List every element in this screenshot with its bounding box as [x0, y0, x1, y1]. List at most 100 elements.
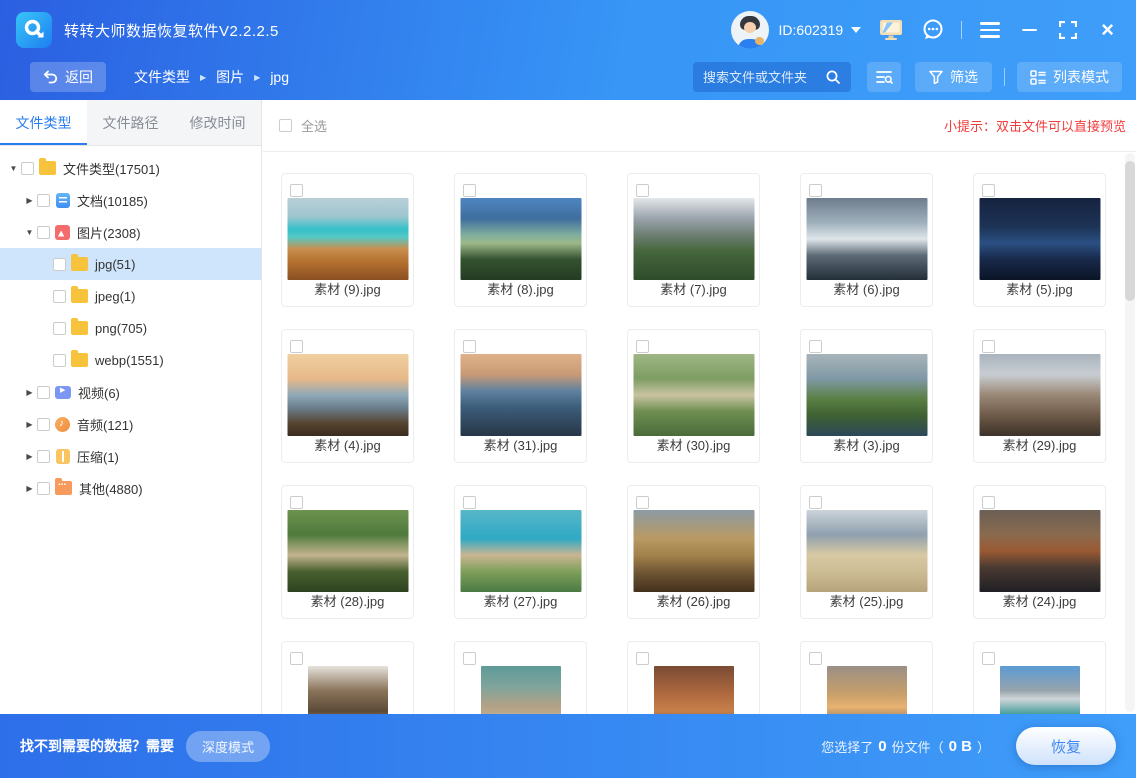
file-thumbnail[interactable] [979, 198, 1100, 280]
file-thumbnail[interactable] [654, 666, 734, 714]
file-card[interactable]: 素材 (26).jpg [627, 485, 760, 619]
tree-item[interactable]: ▶ 文档(10185) [0, 184, 261, 216]
caret-icon[interactable]: ▶ [22, 420, 37, 429]
tree-item[interactable]: ▼ 文件类型(17501) [0, 152, 261, 184]
sidebar-tab[interactable]: 文件路径 [87, 100, 174, 145]
caret-icon[interactable]: ▶ [22, 484, 37, 493]
file-checkbox[interactable] [636, 340, 649, 353]
menu-icon[interactable] [980, 22, 1000, 38]
file-checkbox[interactable] [290, 340, 303, 353]
tree-item[interactable]: png(705) [0, 312, 261, 344]
file-card[interactable]: 素材 (6).jpg [800, 173, 933, 307]
file-checkbox[interactable] [982, 340, 995, 353]
file-thumbnail[interactable] [287, 510, 408, 592]
tree-checkbox[interactable] [37, 418, 50, 431]
file-thumbnail[interactable] [806, 510, 927, 592]
scrollbar-thumb[interactable] [1125, 161, 1135, 301]
file-thumbnail[interactable] [806, 198, 927, 280]
filter-button[interactable]: 筛选 [915, 62, 992, 92]
file-card[interactable]: 素材 (5).jpg [973, 173, 1106, 307]
scrollbar-track[interactable] [1125, 153, 1135, 712]
back-button[interactable]: 返回 [30, 62, 106, 92]
tree-checkbox[interactable] [21, 162, 34, 175]
file-card[interactable]: 素材 (30).jpg [627, 329, 760, 463]
breadcrumb-item[interactable]: jpg [270, 69, 289, 85]
chevron-down-icon[interactable] [851, 27, 861, 33]
tree-item[interactable]: ▶ 视频(6) [0, 376, 261, 408]
file-card[interactable] [454, 641, 587, 714]
file-checkbox[interactable] [290, 184, 303, 197]
tree-checkbox[interactable] [53, 258, 66, 271]
file-thumbnail[interactable] [1000, 666, 1080, 714]
caret-icon[interactable]: ▼ [22, 228, 37, 237]
file-card[interactable] [627, 641, 760, 714]
tree-checkbox[interactable] [37, 450, 50, 463]
recover-button[interactable]: 恢复 [1016, 727, 1116, 765]
tree-item[interactable]: jpg(51) [0, 248, 261, 280]
file-thumbnail[interactable] [481, 666, 561, 714]
file-checkbox[interactable] [809, 340, 822, 353]
customer-service-icon[interactable] [921, 18, 945, 42]
search-input[interactable] [703, 70, 825, 85]
file-thumbnail[interactable] [827, 666, 907, 714]
file-checkbox[interactable] [809, 184, 822, 197]
tree-item[interactable]: ▼ 图片(2308) [0, 216, 261, 248]
close-icon[interactable]: × [1101, 20, 1114, 40]
file-thumbnail[interactable] [633, 198, 754, 280]
caret-icon[interactable]: ▶ [22, 452, 37, 461]
file-checkbox[interactable] [809, 652, 822, 665]
minimize-icon[interactable] [1022, 29, 1037, 32]
file-thumbnail[interactable] [460, 198, 581, 280]
file-checkbox[interactable] [463, 184, 476, 197]
file-card[interactable] [800, 641, 933, 714]
file-checkbox[interactable] [982, 496, 995, 509]
tree-item[interactable]: ▶ 其他(4880) [0, 472, 261, 504]
file-card[interactable] [281, 641, 414, 714]
tree-checkbox[interactable] [37, 226, 50, 239]
file-checkbox[interactable] [982, 652, 995, 665]
select-all-checkbox[interactable] [279, 119, 292, 132]
tree-item[interactable]: ▶ 音频(121) [0, 408, 261, 440]
list-mode-button[interactable]: 列表模式 [1017, 62, 1122, 92]
file-checkbox[interactable] [636, 184, 649, 197]
tree-checkbox[interactable] [37, 194, 50, 207]
file-thumbnail[interactable] [633, 354, 754, 436]
file-card[interactable]: 素材 (25).jpg [800, 485, 933, 619]
file-card[interactable]: 素材 (29).jpg [973, 329, 1106, 463]
sidebar-tab[interactable]: 修改时间 [174, 100, 261, 145]
file-thumbnail[interactable] [633, 510, 754, 592]
tree-checkbox[interactable] [53, 322, 66, 335]
tree-checkbox[interactable] [53, 290, 66, 303]
caret-icon[interactable]: ▼ [6, 164, 21, 173]
file-card[interactable] [973, 641, 1106, 714]
file-card[interactable]: 素材 (27).jpg [454, 485, 587, 619]
file-card[interactable]: 素材 (28).jpg [281, 485, 414, 619]
file-checkbox[interactable] [636, 496, 649, 509]
file-card[interactable]: 素材 (24).jpg [973, 485, 1106, 619]
file-thumbnail[interactable] [460, 354, 581, 436]
tree-checkbox[interactable] [53, 354, 66, 367]
tree-checkbox[interactable] [37, 386, 50, 399]
file-checkbox[interactable] [290, 652, 303, 665]
file-card[interactable]: 素材 (7).jpg [627, 173, 760, 307]
file-card[interactable]: 素材 (9).jpg [281, 173, 414, 307]
file-thumbnail[interactable] [979, 510, 1100, 592]
file-card[interactable]: 素材 (4).jpg [281, 329, 414, 463]
file-thumbnail[interactable] [308, 666, 388, 714]
file-checkbox[interactable] [636, 652, 649, 665]
breadcrumb-item[interactable]: 图片 [216, 67, 244, 87]
file-thumbnail[interactable] [460, 510, 581, 592]
tree-item[interactable]: jpeg(1) [0, 280, 261, 312]
deep-mode-button[interactable]: 深度模式 [186, 731, 270, 762]
content-search-button[interactable] [867, 62, 901, 92]
file-card[interactable]: 素材 (8).jpg [454, 173, 587, 307]
file-checkbox[interactable] [982, 184, 995, 197]
file-thumbnail[interactable] [287, 198, 408, 280]
avatar[interactable] [731, 11, 769, 49]
sidebar-tab[interactable]: 文件类型 [0, 100, 87, 145]
caret-icon[interactable]: ▶ [22, 388, 37, 397]
file-thumbnail[interactable] [979, 354, 1100, 436]
file-thumbnail[interactable] [287, 354, 408, 436]
maximize-icon[interactable] [1059, 21, 1077, 39]
caret-icon[interactable]: ▶ [22, 196, 37, 205]
